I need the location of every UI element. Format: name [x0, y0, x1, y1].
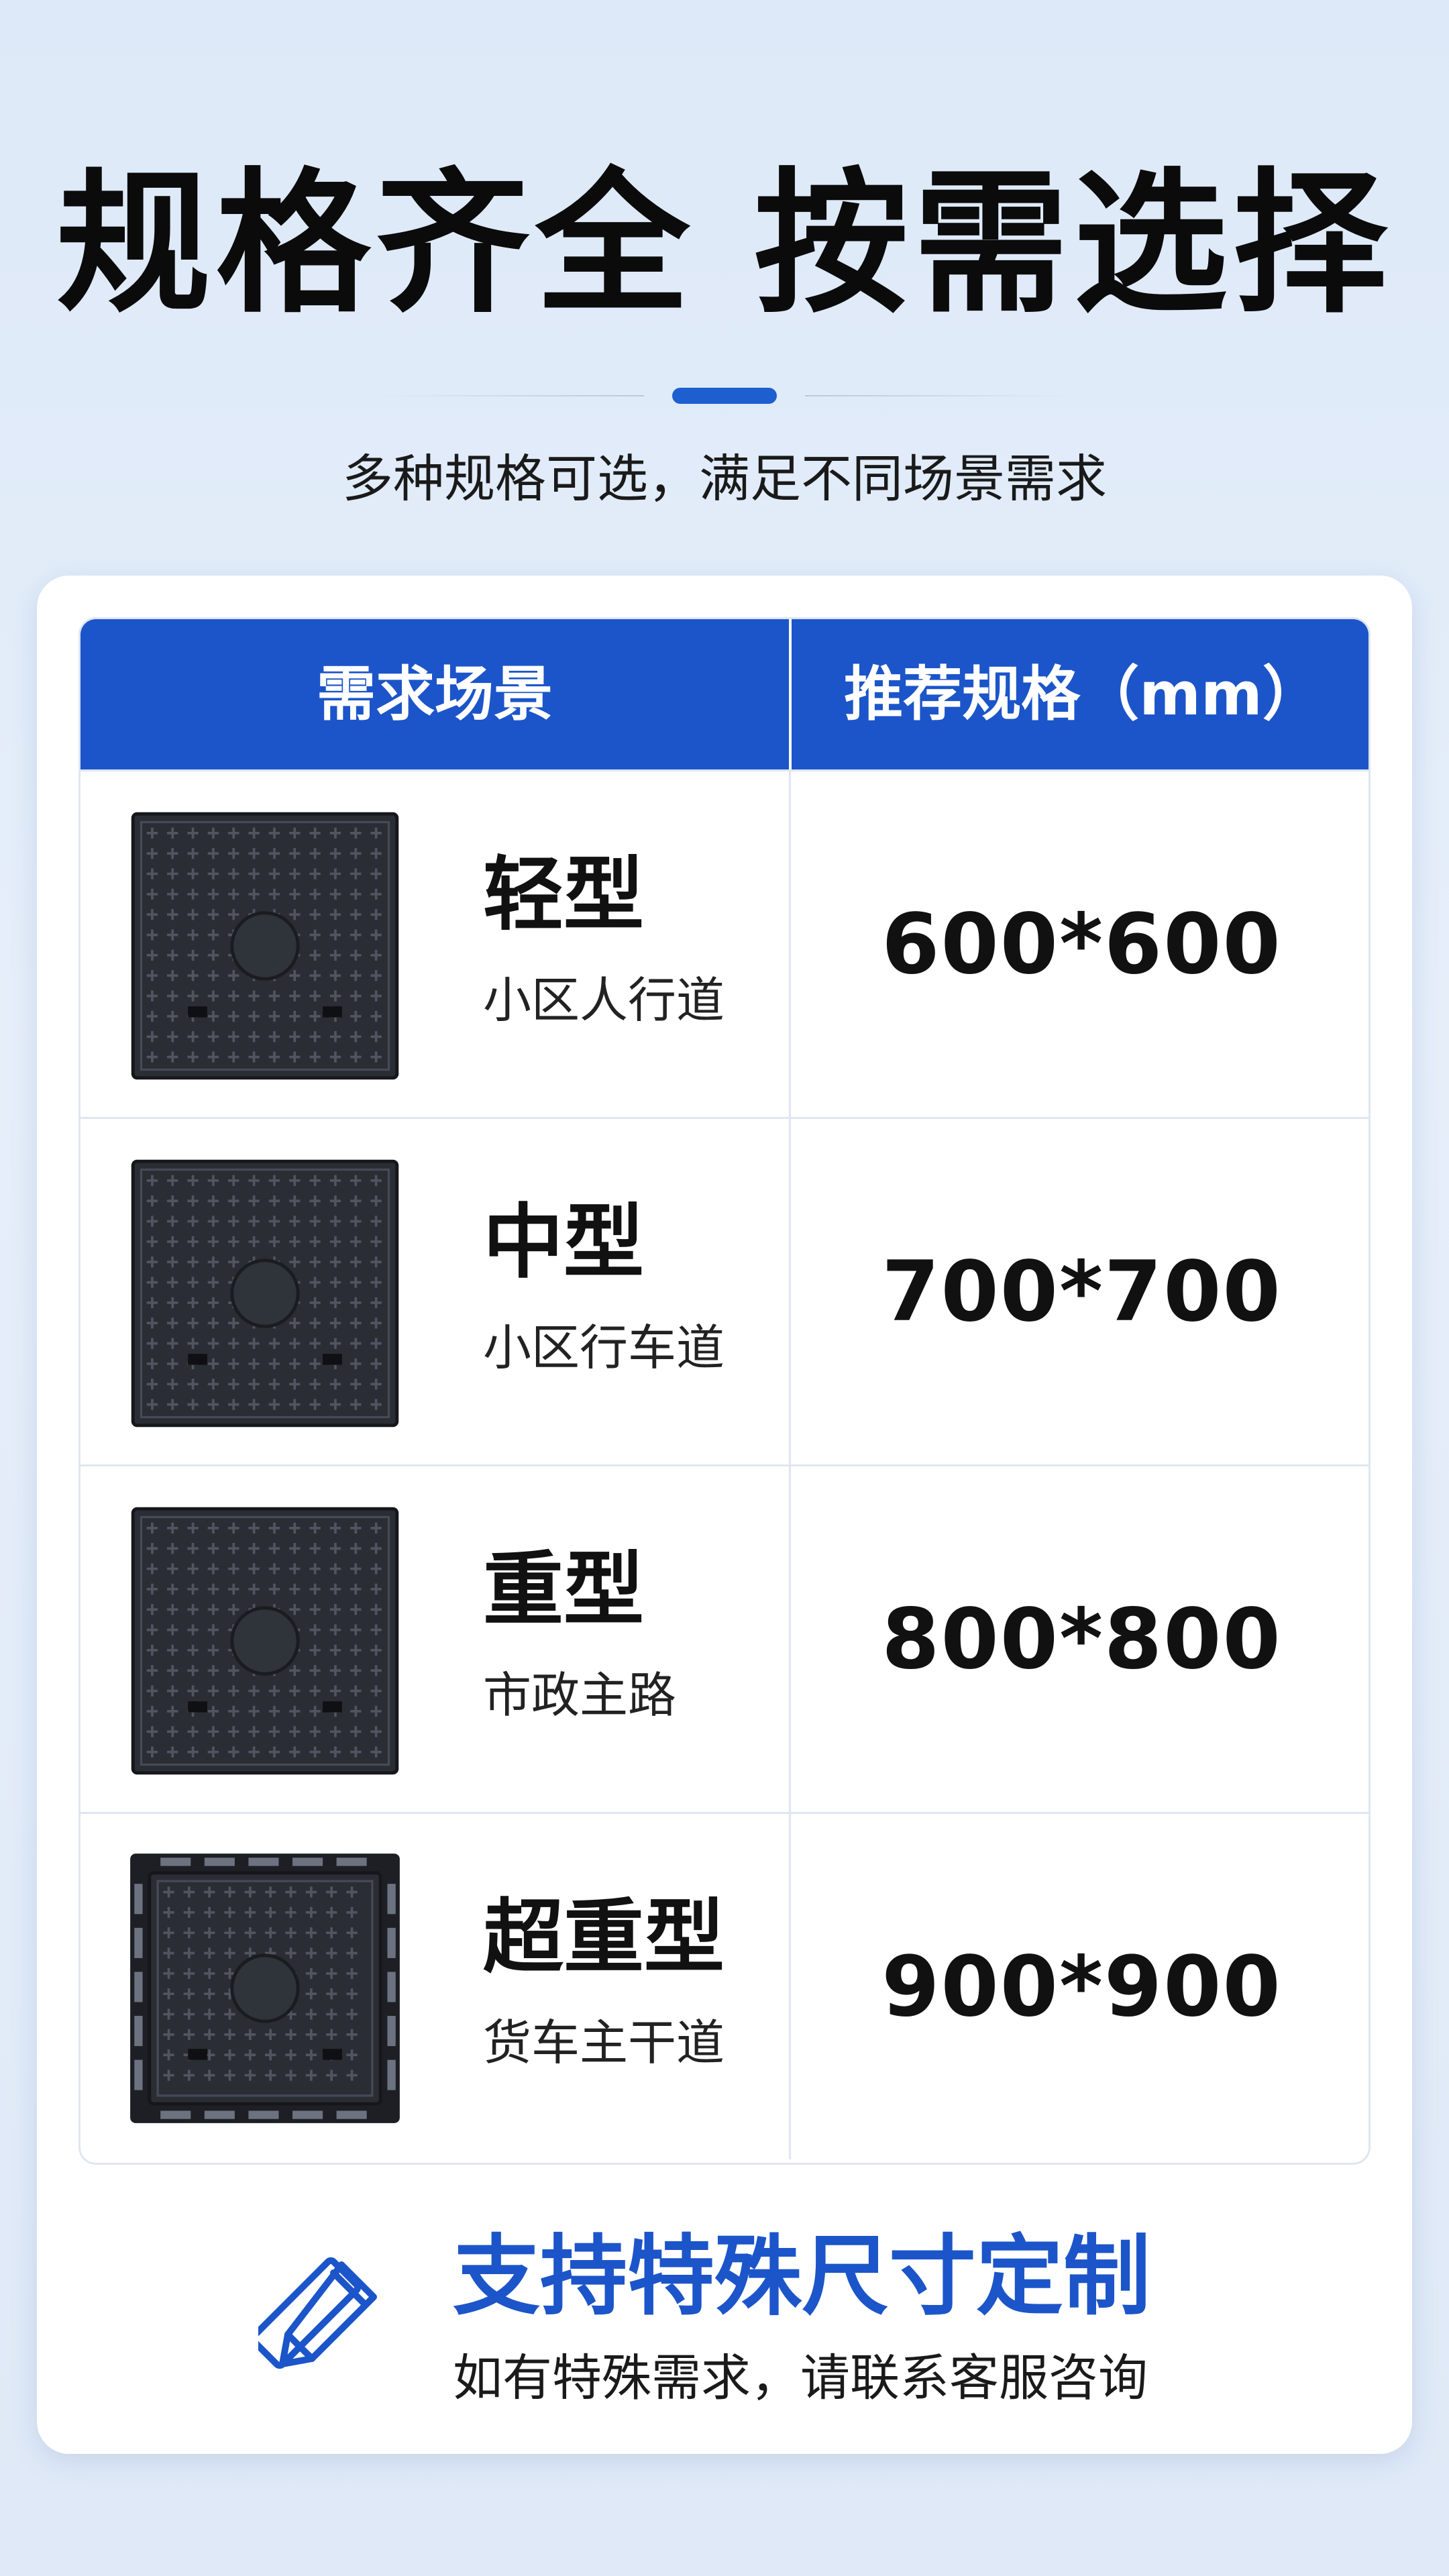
manhole-cover-image [131, 1507, 399, 1775]
manhole-cover-image [131, 1159, 399, 1428]
manhole-cover-image [131, 812, 399, 1080]
spec-value: 800*800 [881, 1591, 1282, 1688]
type-name: 重型 [483, 1544, 644, 1637]
spec-value: 600*600 [881, 896, 1282, 993]
title-divider [376, 388, 1073, 404]
table-row: 超重型 货车主干道 900*900 [80, 1812, 1368, 2159]
divider-accent-bar [672, 388, 777, 404]
custom-size-subtitle: 如有特殊需求，请联系客服咨询 [453, 2349, 1148, 2407]
ruler-pencil-icon [258, 2257, 377, 2369]
spec-value: 700*700 [881, 1243, 1282, 1340]
type-scenario: 市政主路 [483, 1667, 677, 1723]
custom-size-title: 支持特殊尺寸定制 [453, 2225, 1151, 2327]
spec-table: 需求场景 推荐规格（mm） 轻型 小区人行道 600*600 中型 小区行车道 … [78, 617, 1371, 2165]
type-name: 超重型 [483, 1891, 724, 1984]
table-header: 需求场景 推荐规格（mm） [80, 619, 1368, 769]
page-subtitle: 多种规格可选，满足不同场景需求 [342, 449, 1107, 508]
table-row: 中型 小区行车道 700*700 [80, 1117, 1368, 1464]
type-scenario: 小区行车道 [483, 1320, 725, 1376]
table-row: 重型 市政主路 800*800 [80, 1464, 1368, 1812]
type-name: 中型 [483, 1196, 644, 1289]
column-header-spec: 推荐规格（mm） [844, 659, 1322, 729]
page-title: 规格齐全 按需选择 [56, 155, 1393, 334]
type-scenario: 小区人行道 [483, 972, 725, 1028]
table-row: 轻型 小区人行道 600*600 [80, 769, 1368, 1117]
manhole-cover-with-frame-image [130, 1854, 400, 2123]
type-name: 轻型 [483, 849, 644, 942]
type-scenario: 货车主干道 [483, 2015, 725, 2071]
column-header-scenario: 需求场景 [316, 659, 553, 729]
spec-card: 需求场景 推荐规格（mm） 轻型 小区人行道 600*600 中型 小区行车道 … [37, 576, 1412, 2454]
spec-value: 900*900 [881, 1938, 1282, 2035]
